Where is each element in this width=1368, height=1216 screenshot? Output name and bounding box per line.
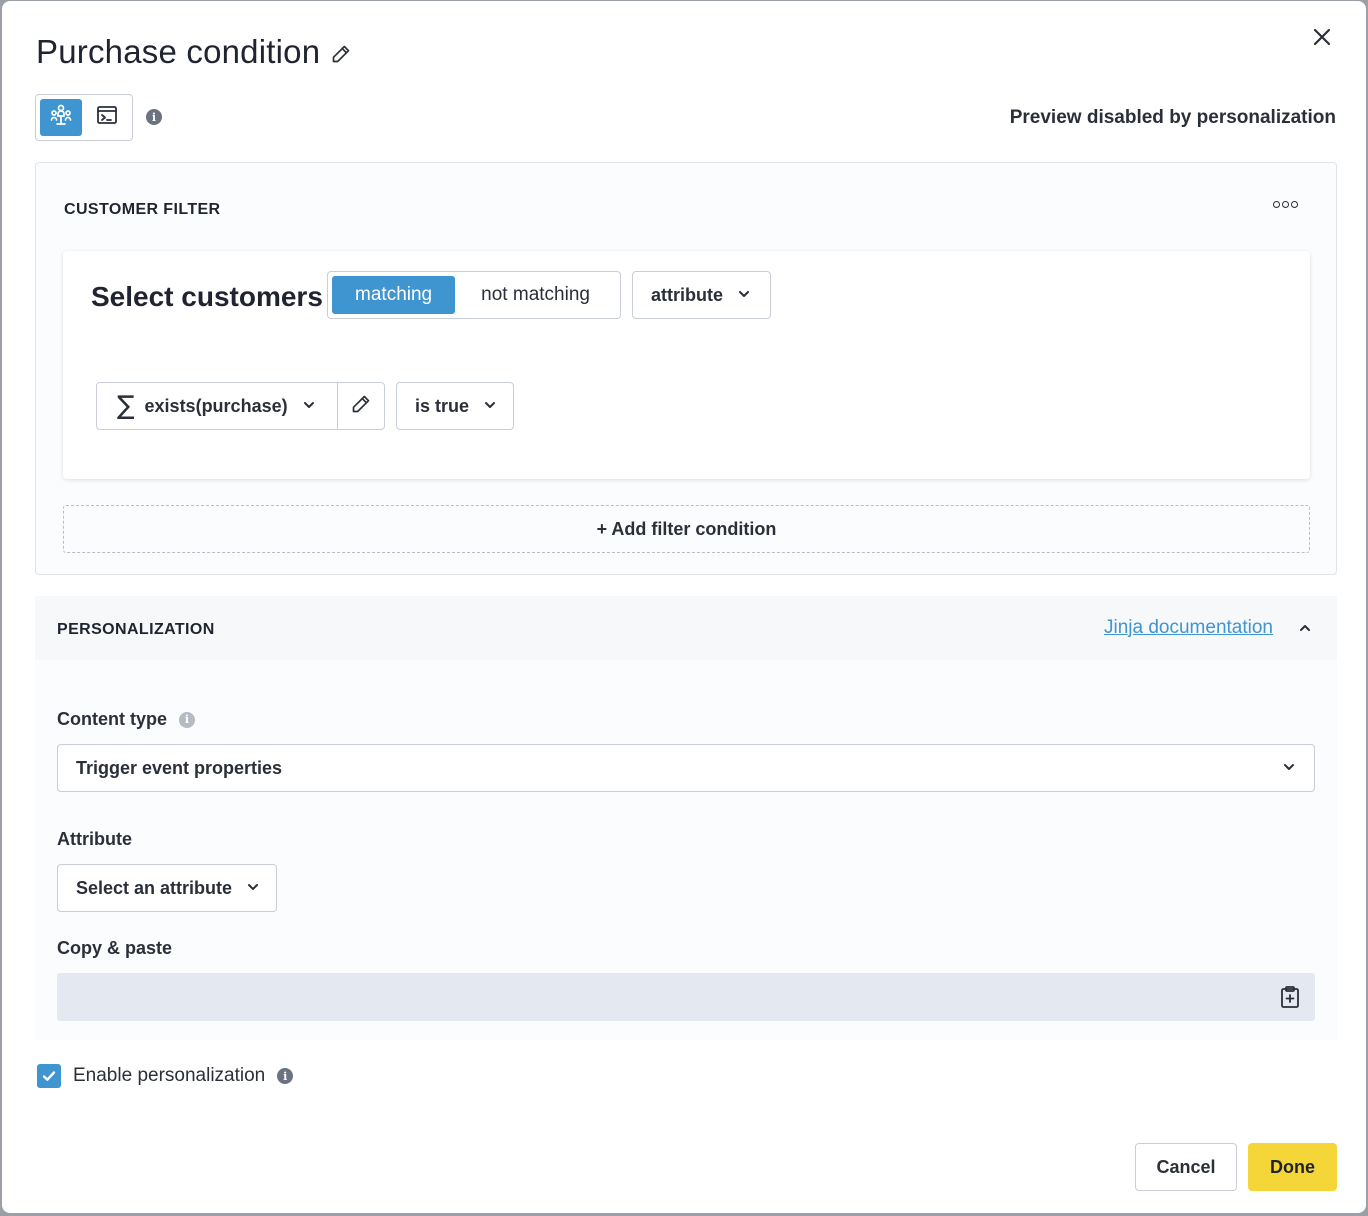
- copy-paste-field[interactable]: [57, 973, 1315, 1021]
- content-type-dropdown[interactable]: Trigger event properties: [57, 744, 1315, 792]
- chevron-down-icon: [1282, 758, 1296, 779]
- filter-builder: Select customers matching not matching a…: [63, 251, 1310, 479]
- clipboard-icon[interactable]: [1279, 985, 1301, 1009]
- enable-personalization-row: Enable personalization i: [37, 1064, 294, 1088]
- chevron-down-icon: [246, 878, 260, 899]
- customer-filter-label: CUSTOMER FILTER: [64, 201, 221, 218]
- enable-personalization-checkbox[interactable]: [37, 1064, 61, 1088]
- info-icon[interactable]: i: [277, 1068, 294, 1084]
- modal-dialog: Purchase condition i Preview disabled by…: [2, 1, 1366, 1213]
- edit-title-icon[interactable]: [330, 43, 352, 65]
- dialog-title: Purchase condition: [36, 33, 321, 70]
- select-customers-heading: Select customers: [91, 281, 323, 312]
- more-options-icon[interactable]: [1273, 201, 1298, 208]
- matching-option[interactable]: matching: [332, 276, 456, 314]
- visual-builder-button[interactable]: [40, 99, 82, 136]
- info-icon[interactable]: i: [146, 109, 162, 125]
- operator-value: is true: [415, 395, 470, 416]
- operator-dropdown[interactable]: is true: [396, 382, 514, 430]
- content-type-label-text: Content type: [57, 709, 167, 729]
- cancel-button[interactable]: Cancel: [1135, 1143, 1237, 1191]
- attribute-select[interactable]: Select an attribute: [57, 864, 277, 912]
- done-button[interactable]: Done: [1248, 1143, 1337, 1191]
- pencil-icon: [351, 394, 371, 419]
- attribute-placeholder: Select an attribute: [76, 877, 233, 898]
- content-type-label: Content type i: [57, 709, 195, 730]
- enable-personalization-label: Enable personalization: [73, 1065, 266, 1086]
- jinja-documentation-link[interactable]: Jinja documentation: [1104, 617, 1273, 639]
- condition-attribute-value: exists(purchase): [144, 395, 288, 416]
- not-matching-option[interactable]: not matching: [455, 276, 616, 314]
- customer-filter-card: CUSTOMER FILTER Select customers matchin…: [35, 162, 1337, 575]
- filter-type-dropdown[interactable]: attribute: [632, 271, 771, 319]
- sigma-icon: ∑: [117, 391, 135, 421]
- attribute-label: Attribute: [57, 829, 132, 849]
- editor-mode-toggle: [35, 94, 133, 141]
- title-row: Purchase condition: [36, 33, 352, 71]
- chevron-up-icon[interactable]: [1295, 618, 1315, 638]
- close-icon[interactable]: [1308, 23, 1336, 51]
- preview-status: Preview disabled by personalization: [1009, 107, 1336, 128]
- personalization-label: PERSONALIZATION: [57, 621, 215, 638]
- add-filter-condition-button[interactable]: + Add filter condition: [63, 505, 1310, 553]
- content-type-value: Trigger event properties: [76, 757, 283, 778]
- chevron-down-icon: [737, 285, 751, 306]
- edit-condition-button[interactable]: [337, 382, 385, 430]
- chevron-down-icon: [302, 396, 316, 417]
- condition-attribute-dropdown[interactable]: ∑ exists(purchase): [96, 382, 338, 430]
- match-toggle: matching not matching: [327, 271, 621, 319]
- terminal-icon: [95, 103, 119, 132]
- info-icon[interactable]: i: [179, 711, 195, 728]
- copy-paste-label: Copy & paste: [57, 938, 173, 958]
- personalization-header: PERSONALIZATION Jinja documentation: [35, 596, 1337, 660]
- chevron-down-icon: [483, 396, 497, 417]
- filter-type-value: attribute: [651, 284, 723, 305]
- people-network-icon: [49, 103, 73, 132]
- personalization-body: Content type i Trigger event properties …: [35, 660, 1337, 1040]
- code-editor-button[interactable]: [86, 99, 128, 136]
